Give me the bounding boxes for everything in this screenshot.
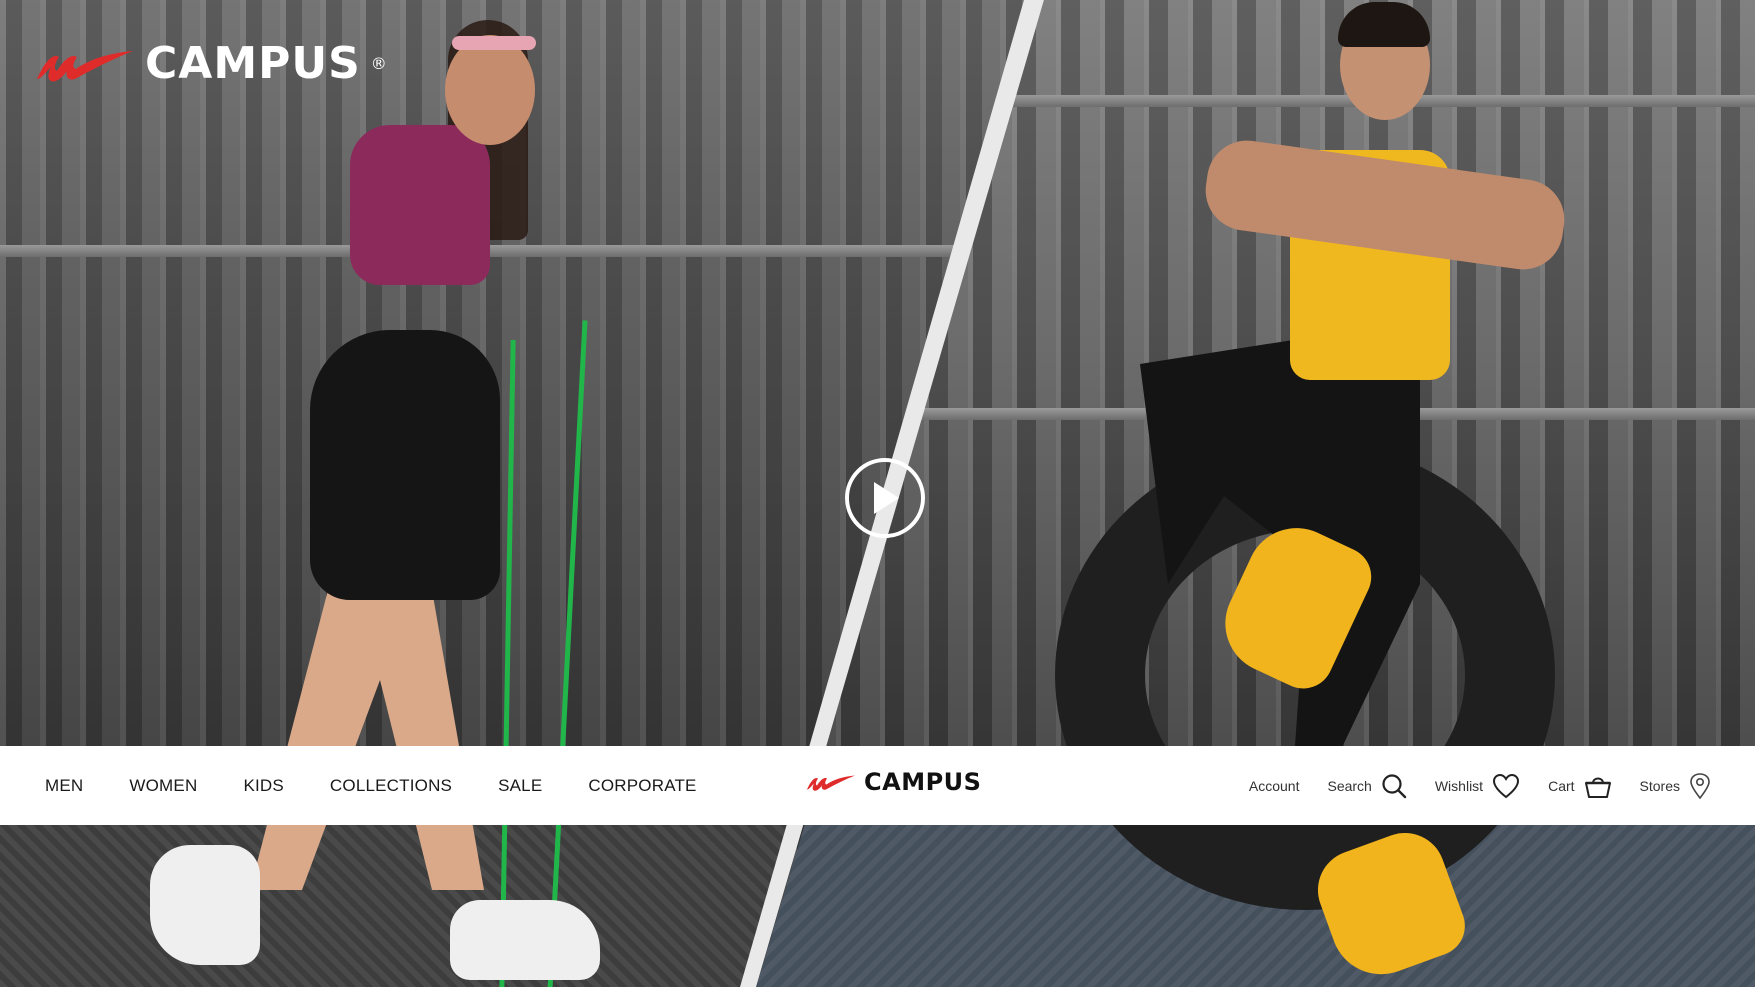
stores-label: Stores bbox=[1639, 777, 1680, 794]
campus-logo-mark-icon bbox=[37, 50, 133, 82]
white-sneaker bbox=[150, 845, 260, 965]
search-button[interactable]: Search bbox=[1327, 773, 1407, 799]
main-navbar: MEN WOMEN KIDS COLLECTIONS SALE CORPORAT… bbox=[0, 746, 1755, 825]
account-label: Account bbox=[1248, 777, 1300, 794]
location-pin-icon bbox=[1690, 772, 1710, 799]
play-video-button[interactable] bbox=[845, 458, 925, 538]
navbar-logo[interactable]: CAMPUS bbox=[806, 768, 981, 796]
cart-button[interactable]: Cart bbox=[1548, 773, 1611, 799]
campus-logo-mark-icon bbox=[807, 775, 855, 791]
white-sneaker bbox=[450, 900, 600, 980]
model-woman-shorts bbox=[310, 330, 500, 600]
search-label: Search bbox=[1327, 777, 1372, 794]
nav-link-women[interactable]: WOMEN bbox=[129, 776, 197, 796]
nav-link-men[interactable]: MEN bbox=[45, 776, 83, 796]
search-icon bbox=[1382, 773, 1407, 798]
heart-icon bbox=[1493, 773, 1520, 798]
nav-link-corporate[interactable]: CORPORATE bbox=[588, 776, 696, 796]
user-actions: Account Search Wishlist Cart Stores bbox=[1249, 746, 1711, 825]
navbar-logo-text: CAMPUS bbox=[864, 768, 982, 796]
hero-logo[interactable]: CAMPUS ® bbox=[35, 38, 387, 89]
wishlist-label: Wishlist bbox=[1434, 777, 1484, 794]
model-woman-head bbox=[445, 35, 535, 145]
primary-nav: MEN WOMEN KIDS COLLECTIONS SALE CORPORAT… bbox=[45, 746, 697, 825]
wishlist-button[interactable]: Wishlist bbox=[1435, 773, 1520, 799]
nav-link-sale[interactable]: SALE bbox=[498, 776, 542, 796]
cart-label: Cart bbox=[1548, 777, 1575, 794]
play-icon bbox=[874, 482, 899, 514]
stores-link[interactable]: Stores bbox=[1640, 772, 1711, 800]
basket-icon bbox=[1584, 777, 1611, 798]
nav-link-kids[interactable]: KIDS bbox=[243, 776, 283, 796]
account-link[interactable]: Account bbox=[1249, 778, 1300, 794]
model-woman-headband bbox=[452, 36, 536, 50]
brand-name: CAMPUS bbox=[145, 38, 361, 89]
registered-mark: ® bbox=[370, 54, 387, 73]
model-woman-top bbox=[350, 125, 490, 285]
nav-link-collections[interactable]: COLLECTIONS bbox=[330, 776, 452, 796]
